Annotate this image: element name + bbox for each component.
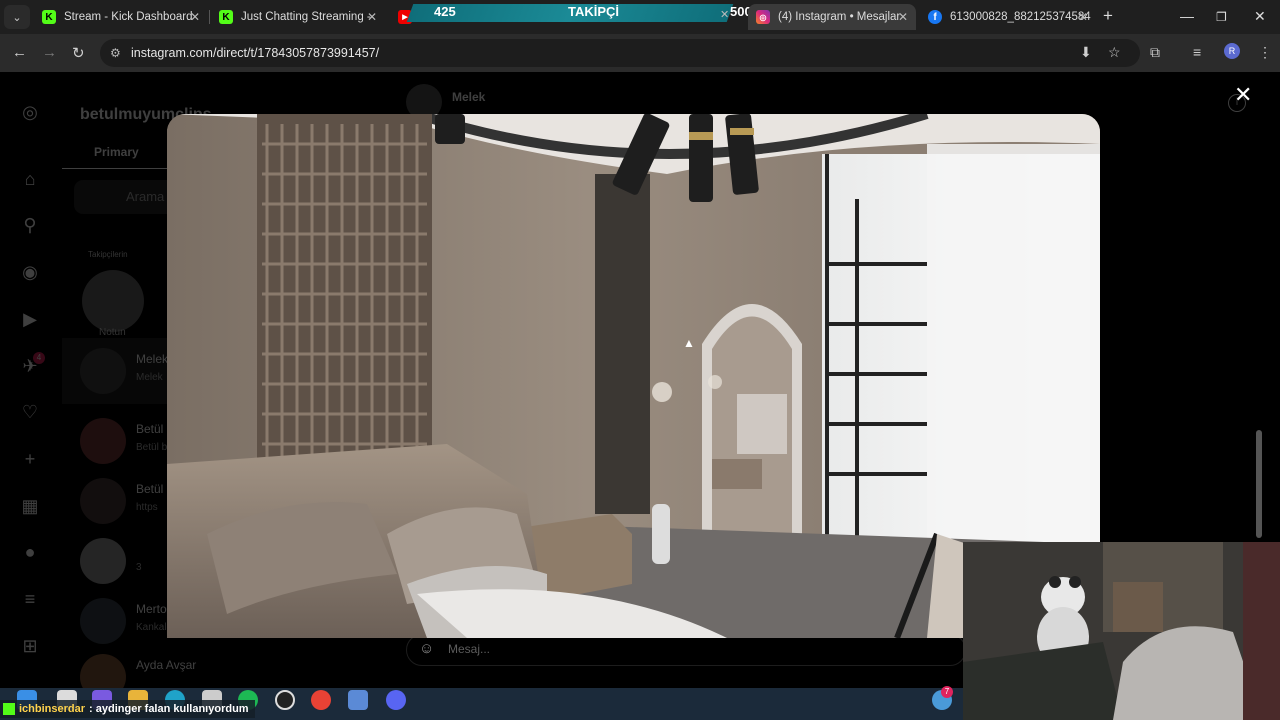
chat-username: ichbinserdar [19,703,86,715]
webcam-overlay [963,542,1280,720]
kick-icon: K [219,10,233,24]
tab-instagram[interactable]: ◎ (4) Instagram • Mesajlar ✕ [748,4,916,30]
url-text: instagram.com/direct/t/17843057873991457… [131,46,380,60]
follower-goal-label: TAKİPÇİ [568,4,620,19]
tab-title: 613000828_882125374584 [950,11,1091,23]
window-close-button[interactable]: ✕ [1254,8,1266,25]
discord-icon[interactable] [386,690,406,710]
install-app-icon[interactable]: ⬇ [1080,44,1092,61]
emoji-icon[interactable]: ☺ [419,640,434,657]
app-icon[interactable] [348,690,368,710]
kick-icon: K [42,10,56,24]
tab-just-chatting[interactable]: K Just Chatting Streaming - ✕ [211,4,385,30]
profile-avatar[interactable]: R [1224,43,1240,59]
new-tab-button[interactable]: + [1103,6,1113,26]
reload-icon[interactable]: ↻ [72,44,85,62]
tab-divider [209,10,210,24]
obs-icon[interactable] [275,690,295,710]
close-icon[interactable]: ✕ [190,10,200,24]
stream-chat-message: ichbinserdar : aydinger falan kullanıyor… [0,700,255,718]
close-icon[interactable]: ✕ [1234,84,1252,106]
close-icon[interactable]: ✕ [367,10,377,24]
tab-title: (4) Instagram • Mesajlar [778,11,901,23]
forward-icon[interactable]: → [42,44,57,61]
address-bar[interactable]: ⚙ instagram.com/direct/t/178430578739914… [100,39,1140,67]
back-icon[interactable]: ← [12,44,27,61]
tab-title: Stream - Kick Dashboard [64,11,193,23]
tab-search-icon[interactable]: ⌄ [4,5,30,29]
chat-text: : aydinger falan kullanıyordum [89,703,249,715]
interior-render [167,114,1100,638]
kick-icon [3,703,15,715]
follower-current-count: 425 [434,4,456,19]
notification-badge: 7 [941,686,953,698]
shared-image[interactable] [167,114,1100,638]
extensions-icon[interactable]: ⧉ [1150,44,1160,61]
instagram-icon: ◎ [756,10,770,24]
tab-kick-dashboard[interactable]: K Stream - Kick Dashboard ✕ [34,4,208,30]
media-controls-icon[interactable]: ≡ [1193,44,1201,60]
screen: ⌄ K Stream - Kick Dashboard ✕ K Just Cha… [0,0,1280,720]
message-placeholder: Mesaj... [448,642,491,656]
close-icon[interactable]: ✕ [1078,10,1088,24]
webcam-feed [963,542,1280,720]
scrollbar[interactable] [1256,430,1262,538]
restore-button[interactable]: ❐ [1216,10,1227,24]
menu-kebab-icon[interactable]: ⋮ [1258,44,1272,61]
close-icon[interactable]: ✕ [898,10,908,24]
tab-facebook[interactable]: f 613000828_882125374584 ✕ [920,4,1096,30]
bookmark-star-icon[interactable]: ☆ [1108,44,1121,61]
minimize-button[interactable]: — [1180,8,1194,24]
site-info-icon[interactable]: ⚙ [110,46,121,60]
tab-title: Just Chatting Streaming - [241,11,371,23]
chrome-icon[interactable] [311,690,331,710]
mouse-cursor-icon: ▲ [683,336,695,350]
facebook-icon: f [928,10,942,24]
close-icon[interactable]: ✕ [720,8,729,21]
